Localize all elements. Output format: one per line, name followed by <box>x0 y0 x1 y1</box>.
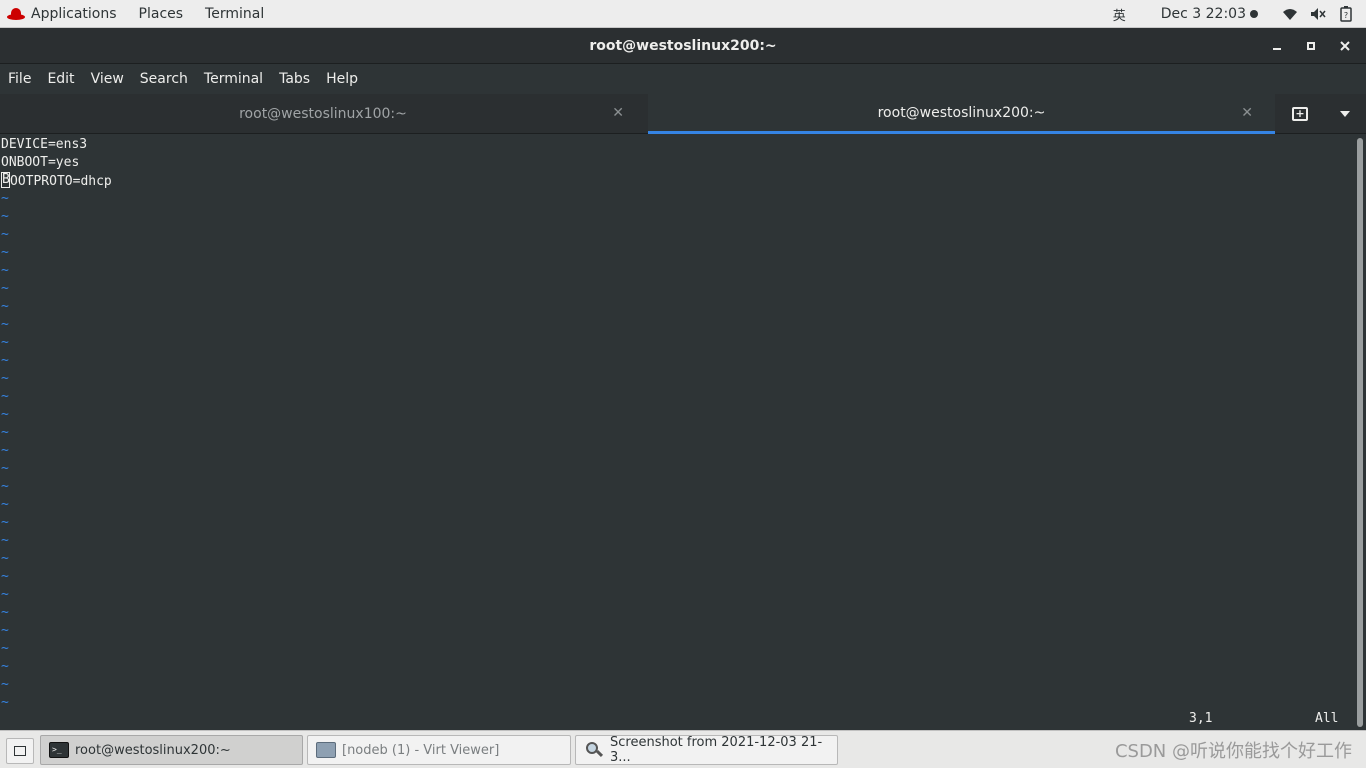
window-title: root@westoslinux200:~ <box>589 37 777 54</box>
vim-tilde-line: ~ <box>1 191 9 206</box>
vim-tilde-line: ~ <box>1 551 9 566</box>
wifi-icon[interactable] <box>1282 6 1298 22</box>
vim-tilde-line: ~ <box>1 245 9 260</box>
window-controls <box>1256 28 1358 64</box>
tab-actions: + <box>1276 94 1366 134</box>
menu-terminal[interactable]: Terminal <box>204 71 263 87</box>
vim-tilde-line: ~ <box>1 263 9 278</box>
window-list-panel: >_ root@westoslinux200:~ [nodeb (1) - Vi… <box>0 730 1366 768</box>
system-tray: 英 Dec 3 22:03 ? <box>1113 0 1366 28</box>
tab-label: root@westoslinux200:~ <box>877 104 1046 121</box>
show-desktop-button[interactable] <box>6 738 34 764</box>
vim-tilde-line: ~ <box>1 641 9 656</box>
tab-close-icon[interactable]: ✕ <box>1241 105 1253 121</box>
minimize-button[interactable] <box>1264 33 1290 59</box>
places-menu[interactable]: Places <box>139 0 184 28</box>
tab-westoslinux100[interactable]: root@westoslinux100:~ ✕ <box>0 94 646 134</box>
menu-edit[interactable]: Edit <box>47 71 74 87</box>
tab-westoslinux200[interactable]: root@westoslinux200:~ ✕ <box>648 94 1275 134</box>
top-panel: Applications Places Terminal 英 Dec 3 22:… <box>0 0 1366 28</box>
terminal-scrollbar[interactable] <box>1354 135 1366 730</box>
terminal-line-text: OOTPROTO=dhcp <box>10 174 112 189</box>
vim-tilde-line: ~ <box>1 443 9 458</box>
vim-tilde-line: ~ <box>1 695 9 710</box>
vim-tilde-line: ~ <box>1 677 9 692</box>
menu-file[interactable]: File <box>8 71 31 87</box>
applications-label: Applications <box>31 5 117 22</box>
taskbar-item-label: [nodeb (1) - Virt Viewer] <box>342 742 500 758</box>
vim-tilde-line: ~ <box>1 209 9 224</box>
vim-tilde-line: ~ <box>1 659 9 674</box>
vim-tilde-line: ~ <box>1 335 9 350</box>
taskbar-item-terminal[interactable]: >_ root@westoslinux200:~ <box>40 735 303 765</box>
applications-menu[interactable]: Applications <box>0 0 117 28</box>
tab-close-icon[interactable]: ✕ <box>612 105 624 121</box>
redhat-logo-icon <box>7 7 25 20</box>
vim-tilde-line: ~ <box>1 623 9 638</box>
terminal-line: ONBOOT=yes <box>1 155 80 170</box>
terminal-app-menu[interactable]: Terminal <box>205 0 264 28</box>
menu-help[interactable]: Help <box>326 71 358 87</box>
input-method-indicator[interactable]: 英 <box>1113 5 1126 24</box>
maximize-button[interactable] <box>1298 33 1324 59</box>
vim-tilde-line: ~ <box>1 371 9 386</box>
vim-tilde-line: ~ <box>1 605 9 620</box>
menu-tabs[interactable]: Tabs <box>279 71 310 87</box>
chevron-down-icon[interactable] <box>1340 111 1350 117</box>
vim-tilde-line: ~ <box>1 317 9 332</box>
vim-tilde-line: ~ <box>1 479 9 494</box>
vim-tilde-line: ~ <box>1 353 9 368</box>
tab-bar: root@westoslinux100:~ ✕ root@westoslinux… <box>0 94 1366 134</box>
terminal-view[interactable]: DEVICE=ens3 ONBOOT=yes B OOTPROTO=dhcp ~ ~… <box>0 135 1354 730</box>
menu-bar: File Edit View Search Terminal Tabs Help <box>0 64 1366 94</box>
taskbar-item-label: root@westoslinux200:~ <box>75 742 231 758</box>
close-button[interactable] <box>1332 33 1358 59</box>
menu-view[interactable]: View <box>91 71 124 87</box>
vim-tilde-line: ~ <box>1 533 9 548</box>
menu-search[interactable]: Search <box>140 71 188 87</box>
taskbar-item-screenshot[interactable]: Screenshot from 2021-12-03 21-3... <box>575 735 838 765</box>
terminal-icon: >_ <box>49 742 69 758</box>
window-titlebar[interactable]: root@westoslinux200:~ <box>0 28 1366 64</box>
vim-tilde-line: ~ <box>1 569 9 584</box>
vim-tilde-line: ~ <box>1 587 9 602</box>
volume-icon[interactable] <box>1310 6 1326 22</box>
terminal-line-cursor: B OOTPROTO=dhcp <box>1 172 112 190</box>
new-tab-icon[interactable]: + <box>1292 107 1308 121</box>
tab-label: root@westoslinux100:~ <box>239 106 407 122</box>
vim-tilde-line: ~ <box>1 461 9 476</box>
vim-tilde-line: ~ <box>1 425 9 440</box>
virt-viewer-icon <box>316 742 336 758</box>
clock[interactable]: Dec 3 22:03 <box>1161 6 1246 22</box>
taskbar-item-virt-viewer[interactable]: [nodeb (1) - Virt Viewer] <box>307 735 571 765</box>
vim-tilde-line: ~ <box>1 515 9 530</box>
vim-tilde-line: ~ <box>1 281 9 296</box>
screenshot-icon <box>584 741 604 759</box>
taskbar-item-label: Screenshot from 2021-12-03 21-3... <box>610 735 823 765</box>
vim-tilde-line: ~ <box>1 299 9 314</box>
svg-text:?: ? <box>1344 11 1348 20</box>
vim-scroll-indicator: All <box>1315 711 1339 726</box>
power-battery-icon[interactable]: ? <box>1338 6 1354 22</box>
csdn-watermark: CSDN @听说你能找个好工作 <box>1114 741 1352 762</box>
notification-dot-icon <box>1250 10 1258 18</box>
vim-tilde-line: ~ <box>1 497 9 512</box>
scrollbar-thumb[interactable] <box>1357 138 1363 727</box>
text-cursor: B <box>1 172 10 188</box>
vim-tilde-line: ~ <box>1 227 9 242</box>
vim-cursor-position: 3,1 <box>1189 711 1213 726</box>
show-desktop-icon <box>14 746 26 756</box>
vim-tilde-line: ~ <box>1 407 9 422</box>
vim-tilde-line: ~ <box>1 389 9 404</box>
terminal-line: DEVICE=ens3 <box>1 137 88 152</box>
